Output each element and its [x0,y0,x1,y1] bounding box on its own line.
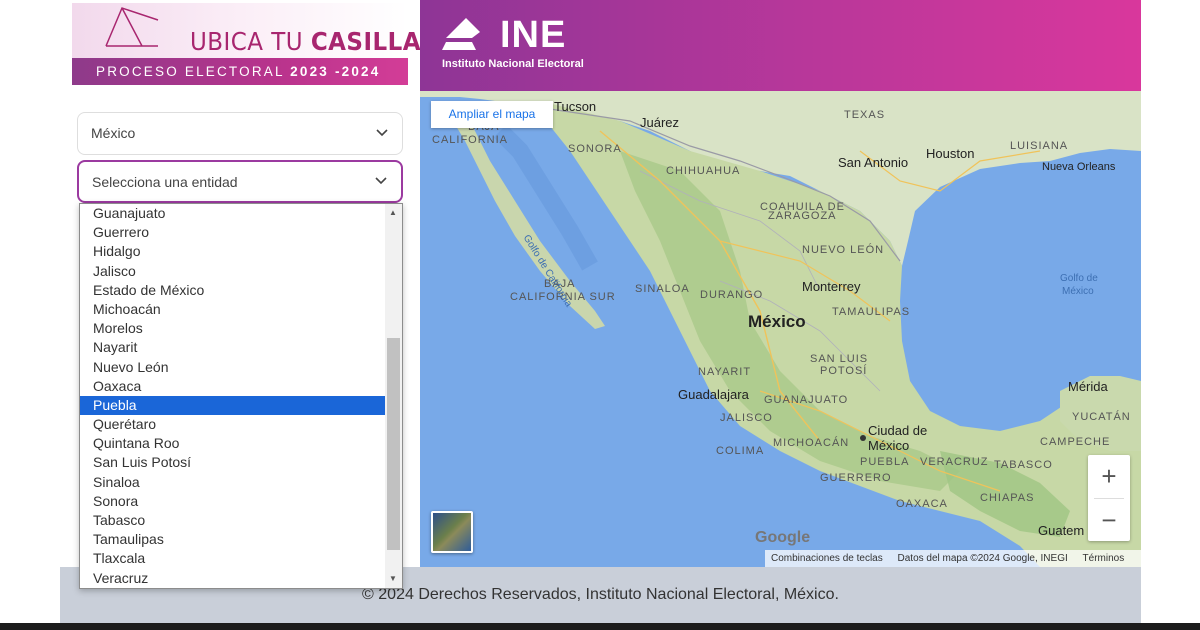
page-margin-right [1141,0,1200,630]
entity-option[interactable]: Quintana Roo [80,434,386,453]
country-select-value: México [91,125,136,141]
map-region-label: CHIAPAS [980,492,1035,504]
map-city-label: Juárez [640,115,680,130]
page-margin-left [0,0,60,630]
ine-wordmark: INE [500,14,567,56]
map-region-label: CALIFORNIA [432,134,509,146]
map-region-label: SINALOA [635,283,690,295]
entity-option[interactable]: Nayarit [80,338,386,357]
map-region-label: CAMPECHE [1040,436,1111,448]
entity-option[interactable]: Puebla [80,395,386,416]
keyboard-shortcuts-link[interactable]: Combinaciones de teclas [765,553,889,564]
zoom-controls: + − [1088,455,1130,541]
ubica-tu-casilla-logo: UBICA TU CASILLA PROCESO ELECTORAL 2023 … [72,3,421,85]
map-city-label: Guatem [1038,523,1085,538]
map-region-label: VERACRUZ [920,456,989,468]
entity-option[interactable]: Hidalgo [80,242,386,261]
map-region-label: NUEVO LEÓN [802,244,885,256]
google-logo: Google [755,529,811,546]
map-region-label: YUCATÁN [1072,411,1131,423]
entity-option[interactable]: Guerrero [80,223,386,242]
map-region-label: JALISCO [720,412,773,424]
scroll-up-icon[interactable]: ▲ [389,208,397,217]
map-view[interactable]: Tucson Juárez San Antonio Houston Nueva … [420,91,1141,567]
dropdown-scrollbar[interactable]: ▲ ▼ [385,204,402,588]
map-region-label: ZARAGOZA [768,210,837,222]
scrollbar-thumb[interactable] [387,338,400,550]
map-region-label: TABASCO [994,459,1053,471]
ine-logo: INE Instituto Nacional Electoral [440,14,620,72]
mexico-city-marker [860,435,866,441]
map-city-label: Houston [926,146,975,161]
ballot-box-icon [105,7,159,47]
map-city-label: Guadalajara [678,387,749,402]
map-city-label: San Antonio [838,155,909,170]
map-region-label: OAXACA [896,498,948,510]
taskbar-strip [0,623,1200,630]
entity-option[interactable]: San Luis Potosí [80,453,386,472]
map-region-label: COLIMA [716,445,765,457]
entity-option[interactable]: Morelos [80,319,386,338]
entity-option[interactable]: Estado de México [80,281,386,300]
entity-option[interactable]: Tabasco [80,511,386,530]
entity-dropdown-list[interactable]: Guanajuato Guerrero Hidalgo Jalisco Estado d… [79,203,403,589]
map-region-label: POTOSÍ [820,365,868,377]
logo-subtitle-bar: PROCESO ELECTORAL 2023 -2024 [72,58,408,85]
map-city-label: Tucson [554,99,597,114]
map-water-label: México [1062,286,1094,297]
zoom-in-button[interactable]: + [1088,455,1130,497]
ine-full-name: Instituto Nacional Electoral [442,58,584,70]
entity-select-placeholder: Selecciona una entidad [92,174,238,190]
map-country-label: México [748,312,806,331]
country-select[interactable]: México [77,112,403,155]
map-attribution: Combinaciones de teclas Datos del mapa ©… [765,550,1141,567]
ine-emblem-icon [442,18,480,50]
map-water-label: Golfo de [1060,273,1098,284]
map-region-label: DURANGO [700,289,764,301]
expand-map-button[interactable]: Ampliar el mapa [431,101,553,128]
map-region-label: NAYARIT [698,366,752,378]
map-region-label: TEXAS [844,109,886,121]
entity-option[interactable]: Veracruz [80,569,386,588]
map-region-label: TAMAULIPAS [832,306,911,318]
map-region-label: GUERRERO [820,472,892,484]
entity-option[interactable]: Tamaulipas [80,530,386,549]
map-region-label: GUANAJUATO [764,394,849,406]
entity-options: Guanajuato Guerrero Hidalgo Jalisco Estado d… [80,204,386,588]
entity-option[interactable]: Guanajuato [80,204,386,223]
map-city-label: Mérida [1068,379,1108,394]
map-region-label: MICHOACÁN [773,437,850,449]
scroll-down-icon[interactable]: ▼ [389,574,397,583]
map-data-credit: Datos del mapa ©2024 Google, INEGI [897,553,1068,564]
logo-title: UBICA TU CASILLA [190,27,421,56]
entity-option[interactable]: Querétaro [80,415,386,434]
entity-option[interactable]: Sinaloa [80,473,386,492]
map-region-label: SONORA [568,143,622,155]
map-region-label: PUEBLA [860,456,910,468]
zoom-out-button[interactable]: − [1088,499,1130,541]
terms-link[interactable]: Términos [1077,553,1131,564]
map-region-label: LUISIANA [1010,140,1069,152]
entity-option[interactable]: Nuevo León [80,358,386,377]
entity-select[interactable]: Selecciona una entidad [77,160,403,203]
entity-option[interactable]: Oaxaca [80,377,386,396]
map-city-label: Monterrey [802,279,861,294]
map-city-label: México [868,438,910,453]
ine-header: INE Instituto Nacional Electoral [420,0,1141,91]
map-region-label: CHIHUAHUA [666,165,741,177]
map-city-label: Nueva Orleans [1042,161,1116,173]
entity-option[interactable]: Michoacán [80,300,386,319]
page: UBICA TU CASILLA PROCESO ELECTORAL 2023 … [0,0,1200,630]
entity-option[interactable]: Tlaxcala [80,549,386,568]
map-city-label: Ciudad de [868,423,928,438]
entity-option[interactable]: Sonora [80,492,386,511]
satellite-view-toggle[interactable] [431,511,473,553]
entity-option[interactable]: Jalisco [80,262,386,281]
map-region-label: SAN LUIS [810,353,869,365]
